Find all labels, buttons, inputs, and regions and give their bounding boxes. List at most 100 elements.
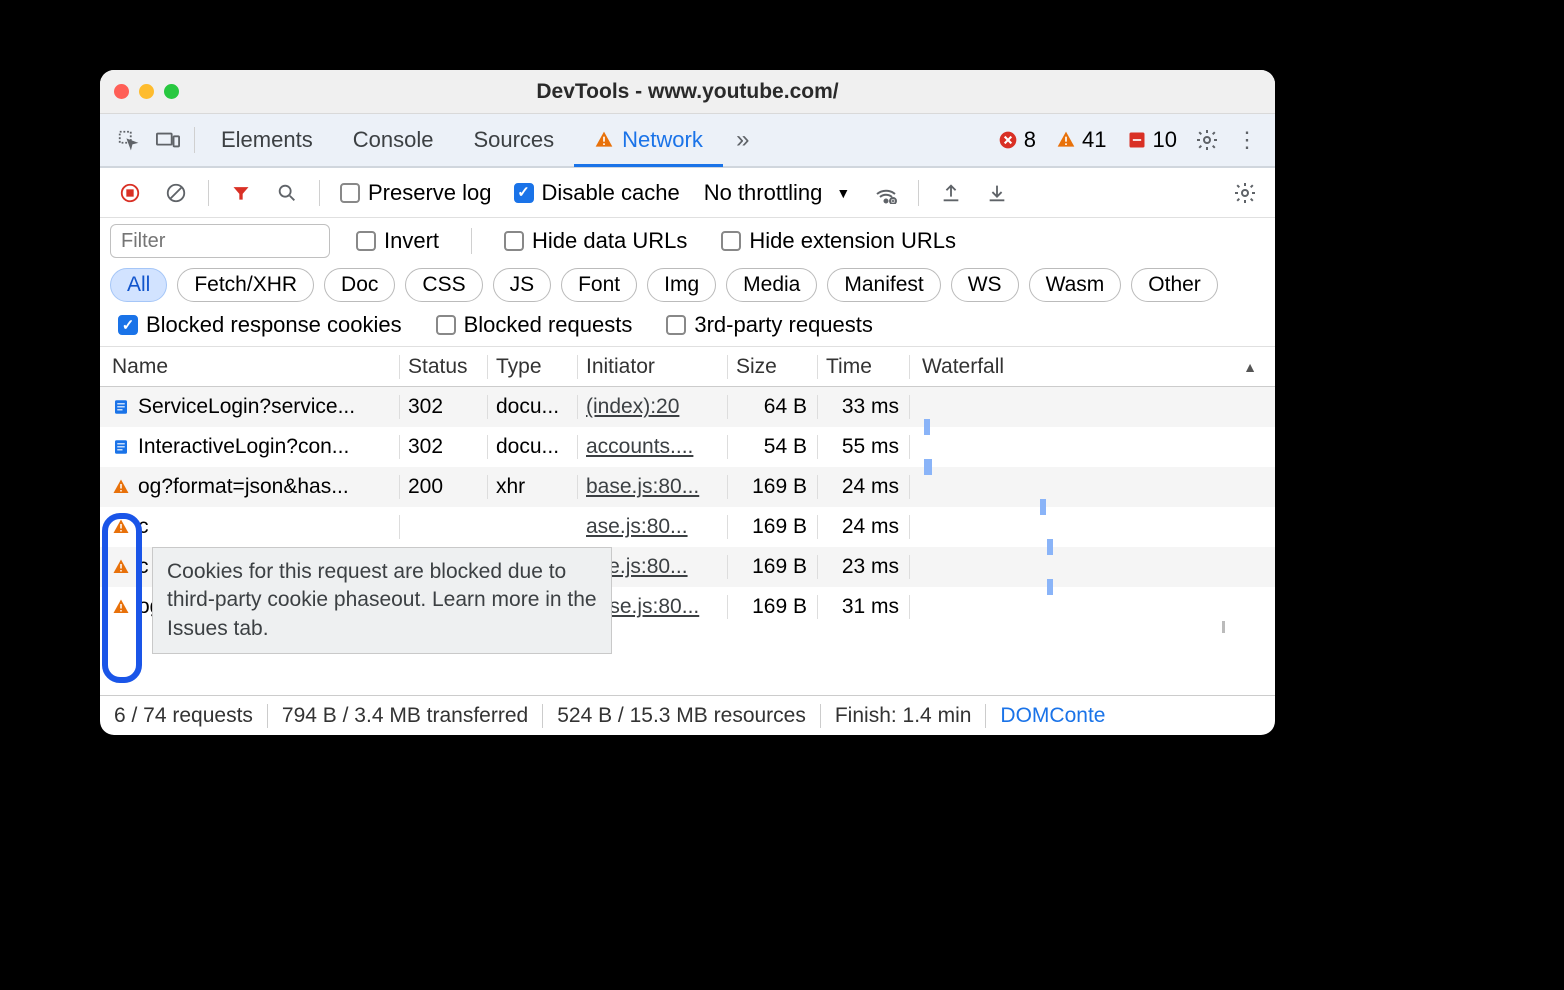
table-row[interactable]: ServiceLogin?service... 302docu...(index)… <box>100 387 1275 427</box>
request-time: 31 ms <box>818 595 910 619</box>
col-header-waterfall[interactable]: Waterfall ▲ <box>910 355 1275 379</box>
chip-other[interactable]: Other <box>1131 268 1218 302</box>
table-header: Name Status Type Initiator Size Time Wat… <box>100 347 1275 387</box>
inspect-element-icon[interactable] <box>108 120 148 160</box>
col-header-status[interactable]: Status <box>400 355 488 379</box>
panel-settings-gear-icon[interactable] <box>1225 173 1265 213</box>
invert-checkbox[interactable]: Invert <box>348 228 447 254</box>
record-icon[interactable] <box>110 173 150 213</box>
blocked-requests-checkbox[interactable]: Blocked requests <box>428 312 641 338</box>
settings-gear-icon[interactable] <box>1187 120 1227 160</box>
request-status: 200 <box>400 475 488 499</box>
tab-network[interactable]: Network <box>574 115 723 167</box>
request-initiator[interactable]: accounts.... <box>578 435 728 459</box>
col-header-name[interactable]: Name <box>100 355 400 379</box>
status-finish: Finish: 1.4 min <box>821 704 987 728</box>
request-size: 169 B <box>728 515 818 539</box>
checkbox-icon <box>514 183 534 203</box>
request-time: 33 ms <box>818 395 910 419</box>
warning-triangle-icon <box>594 130 614 150</box>
document-icon <box>112 438 130 456</box>
device-toggle-icon[interactable] <box>148 120 188 160</box>
filter-icon[interactable] <box>221 173 261 213</box>
status-resources: 524 B / 15.3 MB resources <box>543 704 821 728</box>
warning-triangle-icon <box>112 558 130 576</box>
more-tabs-icon[interactable]: » <box>723 120 763 160</box>
error-count[interactable]: 8 <box>988 127 1046 153</box>
throttling-select[interactable]: No throttling ▼ <box>694 180 860 206</box>
tab-elements[interactable]: Elements <box>201 114 333 166</box>
more-menu-icon[interactable]: ⋮ <box>1227 120 1267 160</box>
col-header-time[interactable]: Time <box>818 355 910 379</box>
main-tabbar: Elements Console Sources Network » 8 41 … <box>100 114 1275 168</box>
request-size: 169 B <box>728 475 818 499</box>
tab-console[interactable]: Console <box>333 114 454 166</box>
sort-asc-icon: ▲ <box>1243 359 1257 375</box>
minimize-window-button[interactable] <box>139 84 154 99</box>
request-name: c <box>138 515 149 539</box>
request-table: Cookies for this request are blocked due… <box>100 387 1275 695</box>
table-row[interactable]: og?format=json&has...200xhrbase.js:80...… <box>100 467 1275 507</box>
chip-img[interactable]: Img <box>647 268 716 302</box>
checkbox-icon <box>340 183 360 203</box>
filter-bar: Invert Hide data URLs Hide extension URL… <box>100 218 1275 347</box>
chip-doc[interactable]: Doc <box>324 268 395 302</box>
col-header-initiator[interactable]: Initiator <box>578 355 728 379</box>
third-party-checkbox[interactable]: 3rd-party requests <box>658 312 881 338</box>
issues-count[interactable]: 10 <box>1117 127 1187 153</box>
warning-count[interactable]: 41 <box>1046 127 1116 153</box>
blocked-cookies-checkbox[interactable]: Blocked response cookies <box>110 312 410 338</box>
download-har-icon[interactable] <box>977 173 1017 213</box>
request-time: 23 ms <box>818 555 910 579</box>
close-window-button[interactable] <box>114 84 129 99</box>
window-title: DevTools - www.youtube.com/ <box>100 80 1275 104</box>
request-name: og?format=json&has... <box>138 475 349 499</box>
request-type: docu... <box>488 395 578 419</box>
chip-all[interactable]: All <box>110 268 167 302</box>
chip-font[interactable]: Font <box>561 268 637 302</box>
status-requests: 6 / 74 requests <box>114 704 268 728</box>
titlebar: DevTools - www.youtube.com/ <box>100 70 1275 114</box>
tab-sources[interactable]: Sources <box>453 114 574 166</box>
col-header-type[interactable]: Type <box>488 355 578 379</box>
document-icon <box>112 398 130 416</box>
chevron-down-icon: ▼ <box>836 185 850 201</box>
request-size: 169 B <box>728 555 818 579</box>
filter-input[interactable] <box>110 224 330 258</box>
maximize-window-button[interactable] <box>164 84 179 99</box>
chip-fetch-xhr[interactable]: Fetch/XHR <box>177 268 314 302</box>
clear-icon[interactable] <box>156 173 196 213</box>
chip-css[interactable]: CSS <box>405 268 482 302</box>
status-domcontent[interactable]: DOMConte <box>986 704 1119 728</box>
disable-cache-checkbox[interactable]: Disable cache <box>506 180 688 206</box>
hide-extension-urls-checkbox[interactable]: Hide extension URLs <box>713 228 964 254</box>
request-name: ServiceLogin?service... <box>138 395 355 419</box>
cookie-blocked-tooltip: Cookies for this request are blocked due… <box>152 547 612 654</box>
chip-media[interactable]: Media <box>726 268 817 302</box>
table-row[interactable]: InteractiveLogin?con...302docu...account… <box>100 427 1275 467</box>
hide-data-urls-checkbox[interactable]: Hide data URLs <box>496 228 695 254</box>
request-time: 55 ms <box>818 435 910 459</box>
request-status: 302 <box>400 395 488 419</box>
network-conditions-icon[interactable] <box>866 173 906 213</box>
chip-wasm[interactable]: Wasm <box>1029 268 1122 302</box>
preserve-log-checkbox[interactable]: Preserve log <box>332 180 500 206</box>
status-transferred: 794 B / 3.4 MB transferred <box>268 704 543 728</box>
chip-manifest[interactable]: Manifest <box>827 268 940 302</box>
request-initiator[interactable]: base.js:80... <box>578 475 728 499</box>
request-time: 24 ms <box>818 475 910 499</box>
search-icon[interactable] <box>267 173 307 213</box>
request-size: 64 B <box>728 395 818 419</box>
chip-ws[interactable]: WS <box>951 268 1019 302</box>
warning-triangle-icon <box>112 598 130 616</box>
request-initiator[interactable]: (index):20 <box>578 395 728 419</box>
window-controls <box>114 84 179 99</box>
col-header-size[interactable]: Size <box>728 355 818 379</box>
type-filter-chips: All Fetch/XHR Doc CSS JS Font Img Media … <box>110 268 1265 302</box>
request-initiator[interactable]: ase.js:80... <box>578 515 728 539</box>
table-row[interactable]: case.js:80...169 B24 ms <box>100 507 1275 547</box>
upload-har-icon[interactable] <box>931 173 971 213</box>
request-name: c <box>138 555 149 579</box>
divider <box>194 127 195 153</box>
chip-js[interactable]: JS <box>493 268 552 302</box>
